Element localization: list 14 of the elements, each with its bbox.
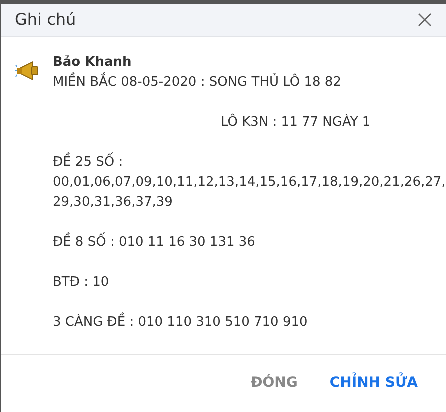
- dialog-title: Ghi chú: [15, 9, 76, 31]
- note-line: MIỀN BẮC 08-05-2020 : SONG THỦ LÔ 18 82: [53, 73, 342, 93]
- note-line: ĐỀ 25 SỐ :: [53, 153, 124, 173]
- note-line: LÔ K3N : 11 77 NGÀY 1: [220, 113, 372, 132]
- edit-button[interactable]: CHỈNH SỬA: [322, 367, 426, 400]
- close-icon: [418, 13, 432, 27]
- author-name: Bảo Khanh: [53, 54, 132, 72]
- note-line: 29,30,31,36,37,39: [53, 194, 173, 212]
- note-line: 00,01,06,07,09,10,11,12,13,14,15,16,17,18,19,20,21,26,27,: [53, 174, 446, 192]
- close-button[interactable]: [416, 11, 434, 29]
- note-line: BTĐ : 10: [53, 274, 110, 292]
- close-text-button[interactable]: ĐÓNG: [243, 367, 306, 400]
- note-line: ĐỀ 8 SỐ : 010 11 16 30 131 36: [53, 233, 256, 253]
- note-line: 3 CÀNG ĐỀ : 010 110 310 510 710 910: [53, 313, 308, 333]
